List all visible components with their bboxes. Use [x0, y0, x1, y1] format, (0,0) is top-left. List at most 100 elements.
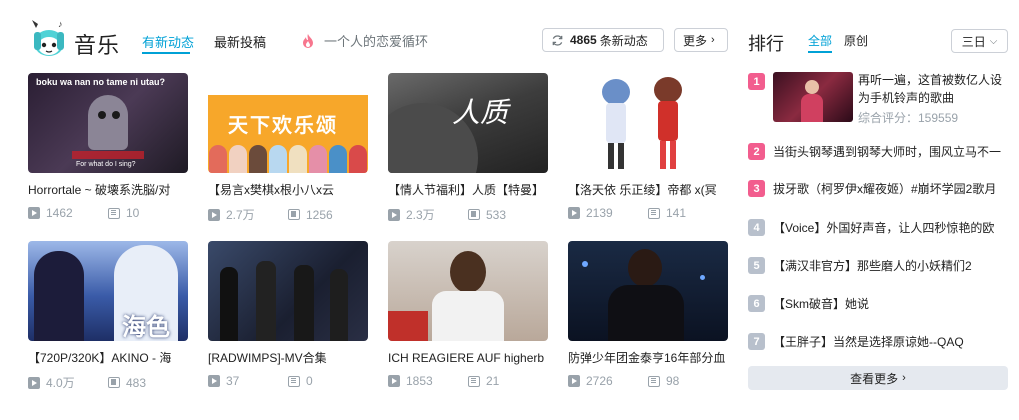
danmaku-icon	[288, 375, 300, 387]
refresh-icon	[552, 34, 563, 46]
video-card[interactable]: 人质 【情人节福利】人质【特曼】 2.3万 533	[388, 73, 548, 223]
new-dynamics-button[interactable]: 4865 条新动态	[542, 28, 664, 52]
person-head	[450, 251, 486, 293]
rank-item[interactable]: 4 【Voice】外国好声音，让人四秒惊艳的欧	[748, 219, 1008, 236]
rank-item[interactable]: 5 【满汉非官方】那些磨人的小妖精们2	[748, 257, 1008, 274]
chevron-right-icon: ›	[711, 34, 715, 46]
play-count: 1853	[406, 374, 433, 388]
video-title[interactable]: ICH REAGIERE AUF higherb	[388, 350, 548, 366]
char1-head	[602, 79, 630, 105]
video-title[interactable]: 【易言x樊棋x根小八x云	[208, 182, 368, 198]
video-thumbnail[interactable]	[568, 241, 728, 341]
video-card[interactable]: boku wa nan no tame ni utau? For what do…	[28, 73, 188, 220]
char1-leg	[618, 143, 624, 169]
rank-number: 5	[748, 257, 765, 274]
chevron-right-icon: ›	[902, 372, 906, 384]
member-4	[330, 269, 348, 341]
view-more-button[interactable]: 查看更多 ›	[748, 366, 1008, 390]
video-thumbnail[interactable]	[568, 73, 728, 173]
video-card[interactable]: 海色 【720P/320K】AKINO - 海 4.0万 483	[28, 241, 188, 391]
danmaku-count: 10	[126, 206, 140, 220]
video-thumbnail[interactable]	[208, 241, 368, 341]
danmaku-icon	[648, 207, 660, 219]
rank-title[interactable]: 当街头钢琴遇到钢琴大师时，围风立马不一	[773, 143, 1005, 160]
video-stats: 2.7万 1256	[208, 206, 368, 223]
rank-thumbnail[interactable]	[773, 72, 853, 122]
char1-body	[606, 103, 626, 143]
video-card[interactable]: 防弹少年团金泰亨16年部分血 2726 98	[568, 241, 728, 388]
danmaku-icon	[468, 375, 480, 387]
video-thumbnail[interactable]: 海色	[28, 241, 188, 341]
rank-title[interactable]: 【王胖子】当然是选择原谅她--QAQ	[773, 333, 1005, 350]
danmaku-icon	[468, 209, 480, 220]
thumb-subtitle: For what do I sing?	[76, 161, 136, 168]
rank-title[interactable]: 【Voice】外国好声音，让人四秒惊艳的欧	[773, 219, 1005, 236]
video-thumbnail[interactable]: boku wa nan no tame ni utau? For what do…	[28, 73, 188, 173]
play-count: 37	[226, 374, 240, 388]
rank-number: 4	[748, 219, 765, 236]
rank-tab-original[interactable]: 原创	[844, 32, 868, 49]
video-card[interactable]: 天下欢乐颂 【易言x樊棋x根小八x云 2.7万 1256	[208, 73, 368, 223]
play-count: 2.7万	[226, 208, 255, 222]
music-section-header: ♪ 音乐 有新动态 最新投稿 一个人的恋爱循环 4865 条新动态 更多 ›	[28, 18, 728, 62]
character-art	[88, 95, 128, 150]
subtitle-bar	[72, 151, 144, 159]
rank-number: 3	[748, 180, 765, 197]
period-select[interactable]: 三日 ⌵	[951, 29, 1008, 53]
rank-item[interactable]: 3 拔牙歌（柯罗伊x耀夜姬）#崩坏学园2歌月	[748, 180, 1008, 197]
video-grid: boku wa nan no tame ni utau? For what do…	[28, 73, 728, 403]
thumb-caption: 天下欢乐颂	[228, 115, 338, 137]
rank-item[interactable]: 6 【Skm破音】她说	[748, 295, 1008, 312]
rank-tab-underline	[808, 51, 832, 53]
char2-body	[658, 101, 678, 141]
hot-topic-link[interactable]: 一个人的恋爱循环	[300, 31, 428, 50]
character-row	[208, 145, 368, 173]
thumb-caption: boku wa nan no tame ni utau?	[36, 77, 166, 87]
thumb-caption: 海色	[122, 312, 170, 341]
person-shirt	[432, 291, 504, 341]
play-count-icon	[388, 208, 400, 221]
rank-number: 6	[748, 295, 765, 312]
danmaku-count: 0	[306, 374, 313, 388]
video-title[interactable]: Horrortale ~ 破壊系洗脳/对	[28, 182, 188, 198]
rank-item[interactable]: 2 当街头钢琴遇到钢琴大师时，围风立马不一	[748, 143, 1008, 160]
more-button[interactable]: 更多 ›	[674, 28, 728, 52]
rank-tab-all[interactable]: 全部	[808, 32, 832, 49]
rank-title[interactable]: 再听一遍，这首被数亿人设为手机铃声的歌曲	[858, 71, 1008, 107]
video-stats: 2726 98	[568, 374, 728, 388]
rank-title[interactable]: 【满汉非官方】那些磨人的小妖精们2	[773, 257, 1005, 274]
video-title[interactable]: 【洛天依 乐正绫】帝都 x(冥	[568, 182, 728, 198]
danmaku-count: 141	[666, 206, 687, 220]
dynamic-count: 4865	[570, 33, 597, 47]
video-title[interactable]: 【720P/320K】AKINO - 海	[28, 350, 188, 366]
singer-body	[801, 94, 823, 122]
tab-new-activity[interactable]: 有新动态	[142, 32, 194, 51]
rank-item[interactable]: 7 【王胖子】当然是选择原谅她--QAQ	[748, 333, 1008, 350]
video-title[interactable]: [RADWIMPS]-MV合集	[208, 350, 368, 366]
video-thumbnail[interactable]: 人质	[388, 73, 548, 173]
rank-title[interactable]: 拔牙歌（柯罗伊x耀夜姬）#崩坏学园2歌月	[773, 180, 1005, 197]
danmaku-icon	[108, 207, 120, 219]
play-count-icon	[208, 208, 220, 221]
rank-title[interactable]: 【Skm破音】她说	[773, 295, 1005, 312]
more-label: 更多	[683, 33, 708, 48]
active-tab-underline	[142, 52, 190, 54]
performer-head	[628, 249, 662, 287]
rank-item-1[interactable]: 1 再听一遍，这首被数亿人设为手机铃声的歌曲 综合评分：159559	[748, 71, 1008, 125]
danmaku-count: 1256	[306, 207, 333, 222]
play-count-icon	[208, 375, 220, 387]
member-3	[294, 265, 314, 341]
video-card[interactable]: ICH REAGIERE AUF higherb 1853 21	[388, 241, 548, 388]
video-thumbnail[interactable]	[388, 241, 548, 341]
char-left	[34, 251, 84, 341]
video-thumbnail[interactable]: 天下欢乐颂	[208, 73, 368, 173]
video-stats: 1853 21	[388, 374, 548, 388]
tab-latest-uploads[interactable]: 最新投稿	[214, 32, 266, 51]
play-count: 2.3万	[406, 208, 435, 222]
rank-number: 7	[748, 333, 765, 350]
video-card[interactable]: 【洛天依 乐正绫】帝都 x(冥 2139 141	[568, 73, 728, 220]
char2-leg	[660, 141, 666, 169]
video-title[interactable]: 防弹少年团金泰亨16年部分血	[568, 350, 728, 366]
video-card[interactable]: [RADWIMPS]-MV合集 37 0	[208, 241, 368, 388]
video-title[interactable]: 【情人节福利】人质【特曼】	[388, 182, 548, 198]
